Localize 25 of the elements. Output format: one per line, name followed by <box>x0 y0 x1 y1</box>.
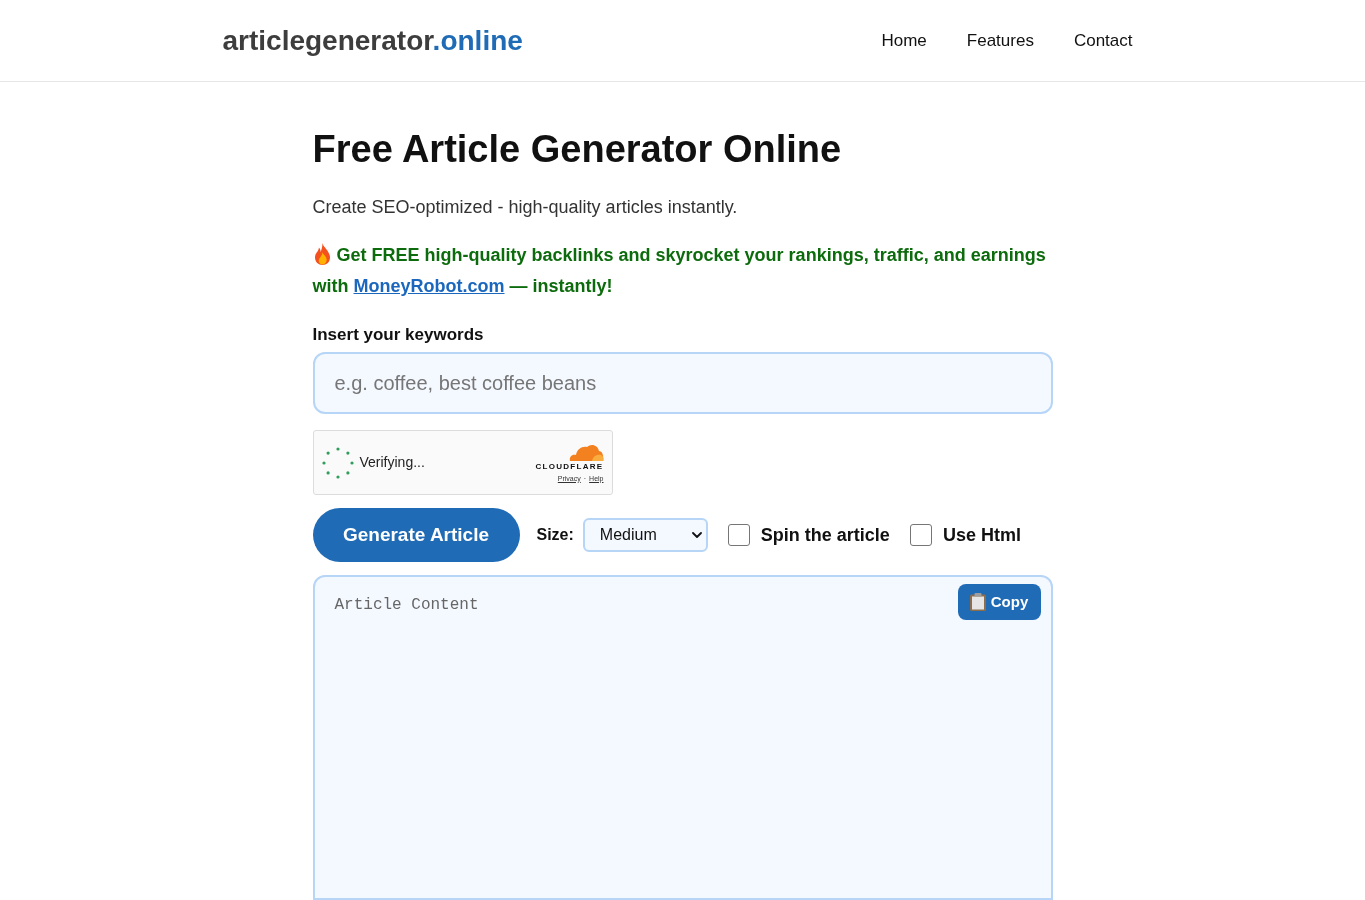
copy-button[interactable]: Copy <box>957 584 1041 620</box>
chevron-down-icon <box>691 532 702 538</box>
checkbox[interactable] <box>727 524 750 546</box>
keywords-input[interactable]: e.g. coffee, best coffee beans <box>312 352 1053 414</box>
nav-link[interactable]: Contact <box>1073 27 1133 54</box>
size-label: Size: <box>536 525 574 545</box>
brand-text: CLOUDFLARE <box>535 461 604 472</box>
checkbox[interactable] <box>909 524 932 546</box>
option-label: Use Html <box>942 523 1021 547</box>
cloud-icon <box>567 442 604 461</box>
option-label: Spin the article <box>760 523 890 547</box>
keywords-label: Insert your keywords <box>312 324 485 346</box>
spinner-icon <box>321 446 354 479</box>
page-title: Free Article Generator Online <box>312 127 843 172</box>
generate-button[interactable]: Generate Article <box>312 508 520 562</box>
promo-text: Get FREE high-quality backlinks and skyrocket your rankings, traffic, and earnings with MoneyRobot.com — instantly! <box>312 242 1047 298</box>
nav-link[interactable]: Features <box>966 27 1034 54</box>
clipboard-icon <box>969 593 986 611</box>
verifying-text: Verifying... <box>359 453 425 472</box>
nav-link[interactable]: Home <box>881 27 927 54</box>
moneyrobot-link[interactable]: MoneyRobot.com <box>353 276 505 296</box>
site-logo[interactable]: articlegenerator.online <box>222 23 523 58</box>
fire-icon <box>312 243 332 265</box>
subtitle: Create SEO-optimized - high-quality articles instantly. <box>312 196 739 219</box>
size-select[interactable]: Medium <box>582 518 708 552</box>
